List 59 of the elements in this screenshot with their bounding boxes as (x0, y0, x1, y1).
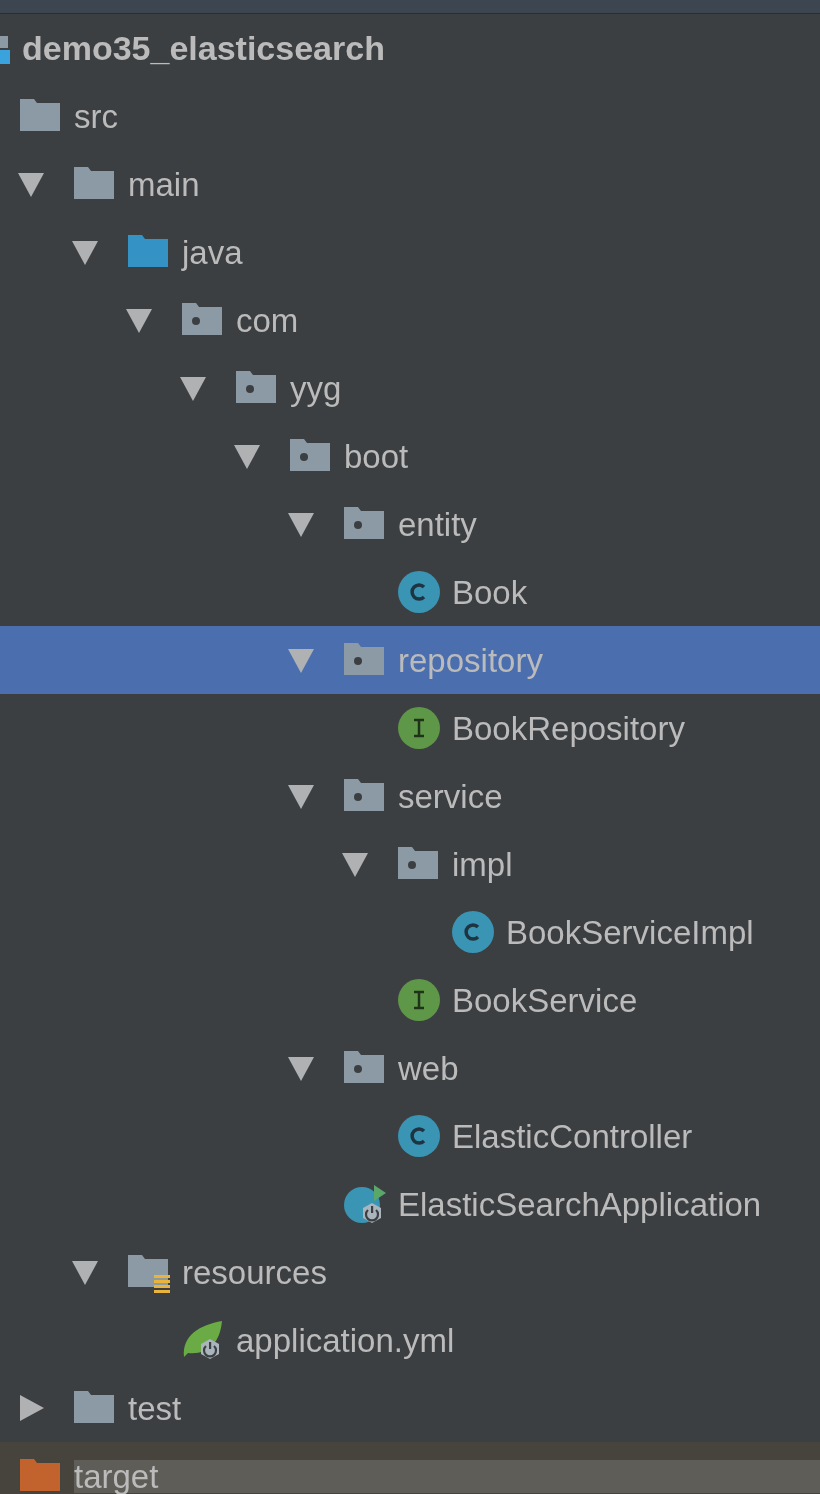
tree-item-label: BookRepository (452, 711, 685, 745)
collapse-arrow-icon[interactable] (18, 171, 44, 197)
collapse-arrow-icon[interactable] (72, 1259, 98, 1285)
collapse-arrow-icon[interactable] (180, 375, 206, 401)
tree-item-label: ElasticController (452, 1119, 693, 1153)
tree-row[interactable]: resources (0, 1238, 820, 1306)
collapse-arrow-icon[interactable] (72, 239, 98, 265)
collapse-arrow-icon[interactable] (342, 851, 368, 877)
tree-row[interactable]: test (0, 1374, 820, 1442)
tree-row[interactable]: application.yml (0, 1306, 820, 1374)
tree-item-label: entity (398, 507, 477, 541)
tree-item-label: yyg (290, 371, 342, 405)
tree-item-label: src (74, 99, 118, 133)
tree-row[interactable]: entity (0, 490, 820, 558)
tree-row[interactable]: yyg (0, 354, 820, 422)
tree-item-label: repository (398, 643, 543, 677)
tree-item-label: service (398, 779, 503, 813)
project-name: demo35_elasticsearch (22, 31, 385, 65)
tree-item-label: test (128, 1391, 182, 1425)
tree-item-label: Book (452, 575, 528, 609)
class-icon (396, 1113, 442, 1159)
tree-row[interactable]: main (0, 150, 820, 218)
tree-item-label: main (128, 167, 200, 201)
tree-row[interactable]: BookServiceImpl (0, 898, 820, 966)
interface-icon (396, 977, 442, 1023)
tree-row[interactable]: java (0, 218, 820, 286)
project-root-row[interactable]: demo35_elasticsearch (0, 14, 820, 82)
tree-item-label: ElasticSearchApplication (398, 1187, 762, 1221)
tree-item-label: application.yml (236, 1323, 455, 1357)
tree-item-label: BookServiceImpl (506, 915, 754, 949)
tree-item-label: com (236, 303, 299, 337)
tree-row[interactable]: Book (0, 558, 820, 626)
collapse-arrow-icon[interactable] (288, 783, 314, 809)
tree-item-label: boot (344, 439, 409, 473)
tree-item-label: target (74, 1459, 820, 1493)
tree-row[interactable]: com (0, 286, 820, 354)
collapse-arrow-icon[interactable] (234, 443, 260, 469)
tree-row[interactable]: BookRepository (0, 694, 820, 762)
tree-row[interactable]: impl (0, 830, 820, 898)
collapse-arrow-icon[interactable] (126, 307, 152, 333)
tree-row[interactable]: web (0, 1034, 820, 1102)
tree-item-label: BookService (452, 983, 638, 1017)
tree-item-label: java (182, 235, 243, 269)
class-icon (450, 909, 496, 955)
class-icon (396, 569, 442, 615)
collapse-arrow-icon[interactable] (288, 511, 314, 537)
tree-row[interactable]: BookService (0, 966, 820, 1034)
tree-item-label: impl (452, 847, 513, 881)
tree-row[interactable]: ElasticController (0, 1102, 820, 1170)
interface-icon (396, 705, 442, 751)
tree-row[interactable]: target (0, 1442, 820, 1494)
tree-row[interactable]: src (0, 82, 820, 150)
tree-item-label: resources (182, 1255, 327, 1289)
collapse-arrow-icon[interactable] (288, 1055, 314, 1081)
tree-row[interactable]: boot (0, 422, 820, 490)
tree-row[interactable]: ElasticSearchApplication (0, 1170, 820, 1238)
tree-item-label: web (398, 1051, 459, 1085)
tree-row[interactable]: service (0, 762, 820, 830)
expand-arrow-icon[interactable] (18, 1395, 44, 1421)
